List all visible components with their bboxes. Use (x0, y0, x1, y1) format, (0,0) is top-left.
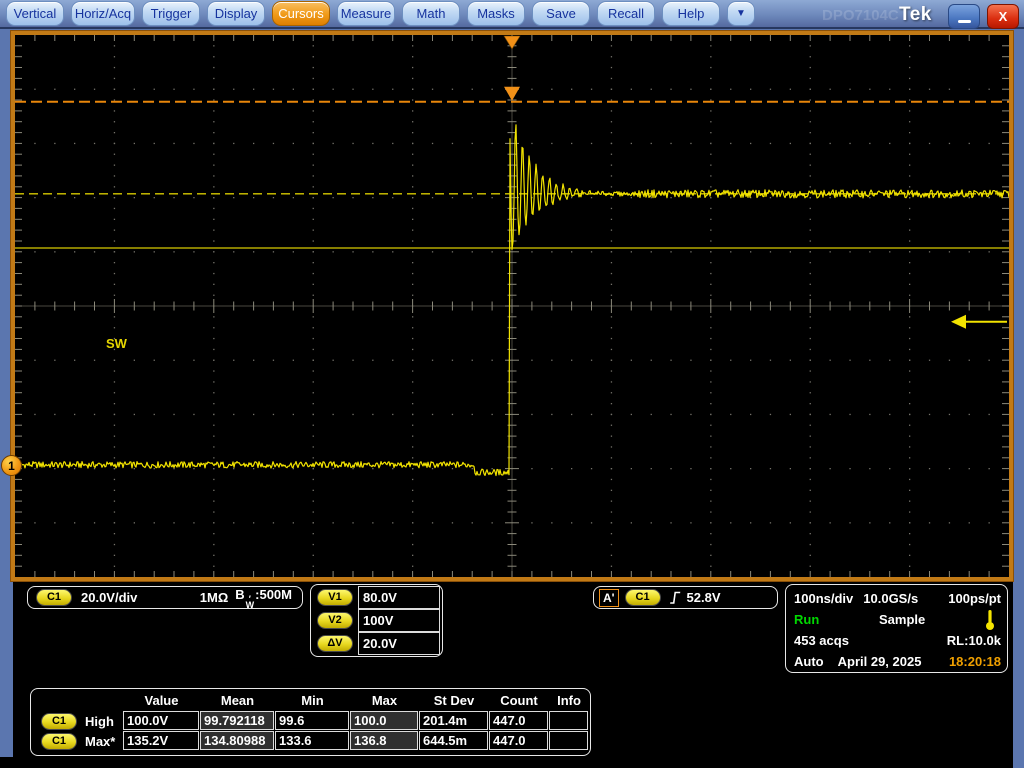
measurement-cell: 99.6 (275, 711, 349, 730)
waveform-display[interactable]: SW (15, 35, 1009, 577)
menu-horiz-acq[interactable]: Horiz/Acq (71, 1, 135, 26)
cursor-v1-value: 80.0V (358, 586, 440, 609)
record-row: 453 acqs RL:10.0k (794, 630, 1001, 651)
menu-masks[interactable]: Masks (467, 1, 525, 26)
measurement-table: Value Mean Min Max St Dev Count Info C1 … (30, 688, 591, 756)
rising-edge-icon (667, 590, 682, 605)
menu-save[interactable]: Save (532, 1, 590, 26)
measurement-cell: 133.6 (275, 731, 349, 750)
channel-badge: C1 (36, 589, 72, 606)
measurement-cell: 100.0 (350, 711, 418, 730)
column-header-stdev: St Dev (419, 692, 489, 711)
measurement-cell (549, 731, 588, 750)
menu-help[interactable]: Help (662, 1, 720, 26)
close-icon: X (999, 9, 1008, 24)
acquisition-count: 453 acqs (794, 633, 849, 648)
measurement-cell: 100.0V (123, 711, 199, 730)
measurement-name: High (85, 714, 114, 729)
vertical-scale: 20.0V/div (81, 590, 137, 605)
measurement-cell: 99.792118 (200, 711, 274, 730)
menu-trigger[interactable]: Trigger (142, 1, 200, 26)
horizontal-readout[interactable]: 100ns/div 10.0GS/s 100ps/pt Run Sample 4… (785, 584, 1008, 673)
date-readout: April 29, 2025 (838, 654, 922, 669)
cursor-readout[interactable]: V1 80.0V V2 100V ΔV 20.0V (310, 584, 443, 657)
tek-logo: Tek (899, 4, 932, 26)
close-button[interactable]: X (987, 4, 1019, 29)
input-impedance: 1MΩ (200, 590, 228, 605)
trigger-source-badge: C1 (625, 589, 661, 606)
cursor-v1-badge: V1 (317, 589, 353, 606)
cursor-v2-badge: V2 (317, 612, 353, 629)
record-length: RL:10.0k (947, 633, 1001, 648)
column-header-min: Min (275, 692, 350, 711)
column-header-max: Max (350, 692, 419, 711)
cursor-delta-row[interactable]: ΔV 20.0V (313, 632, 440, 655)
bandwidth-readout: B′W:500M (235, 587, 292, 608)
minimize-icon (958, 20, 971, 23)
cursor-v1-row[interactable]: V1 80.0V (313, 586, 440, 609)
measurement-cell: 134.80988 (200, 731, 274, 750)
menu-display[interactable]: Display (207, 1, 265, 26)
measurement-cell: 644.5m (419, 731, 488, 750)
measurement-cell (549, 711, 588, 730)
measurement-cell: 447.0 (489, 711, 548, 730)
time-readout: 18:20:18 (949, 654, 1001, 669)
acquisition-row: Run Sample (794, 609, 1001, 630)
model-watermark: DPO7104C (822, 7, 899, 24)
measurement-cell: 135.2V (123, 731, 199, 750)
menu-cursors[interactable]: Cursors (272, 1, 330, 26)
column-header-count: Count (489, 692, 549, 711)
trigger-level-value: 52.8V (687, 590, 721, 605)
measurement-cell: 201.4m (419, 711, 488, 730)
measurement-source-badge: C1 (41, 733, 77, 750)
sample-rate-indicator-icon (985, 609, 995, 631)
measurement-source-badge: C1 (41, 713, 77, 730)
channel-1-ground-marker[interactable]: 1 (1, 455, 22, 476)
measurement-cell: 136.8 (350, 731, 418, 750)
acquisition-state: Run (794, 612, 819, 627)
bottom-edge (0, 757, 1013, 768)
cursor-v2-value: 100V (358, 609, 440, 632)
measurement-cell: 447.0 (489, 731, 548, 750)
sample-rate: 10.0GS/s (863, 591, 918, 606)
measurement-name: Max* (85, 734, 115, 749)
measurement-row-label[interactable]: C1 High (32, 711, 123, 731)
trigger-readout[interactable]: A' C1 52.8V (593, 586, 778, 609)
svg-text:SW: SW (106, 336, 128, 351)
column-header-info: Info (549, 692, 589, 711)
chevron-down-icon: ▼ (736, 8, 746, 19)
sample-resolution: 100ps/pt (948, 591, 1001, 606)
cursor-v2-row[interactable]: V2 100V (313, 609, 440, 632)
timebase-row: 100ns/div 10.0GS/s 100ps/pt (794, 588, 1001, 609)
menu-vertical[interactable]: Vertical (6, 1, 64, 26)
cursor-delta-badge: ΔV (317, 635, 353, 652)
menu-more-button[interactable]: ▼ (727, 1, 755, 26)
table-corner (32, 692, 123, 711)
cursor-delta-value: 20.0V (358, 632, 440, 655)
menu-recall[interactable]: Recall (597, 1, 655, 26)
trigger-mode: Auto (794, 654, 824, 669)
measurement-row-label[interactable]: C1 Max* (32, 731, 123, 751)
column-header-value: Value (123, 692, 200, 711)
datetime-row: Auto April 29, 2025 18:20:18 (794, 651, 1001, 672)
trigger-system-label: A' (599, 589, 619, 607)
timebase-scale: 100ns/div (794, 591, 853, 606)
channel-readout[interactable]: C1 20.0V/div 1MΩ B′W:500M (27, 586, 303, 609)
menu-measure[interactable]: Measure (337, 1, 395, 26)
minimize-button[interactable] (948, 4, 980, 29)
menu-math[interactable]: Math (402, 1, 460, 26)
acquisition-mode: Sample (819, 612, 985, 627)
column-header-mean: Mean (200, 692, 275, 711)
